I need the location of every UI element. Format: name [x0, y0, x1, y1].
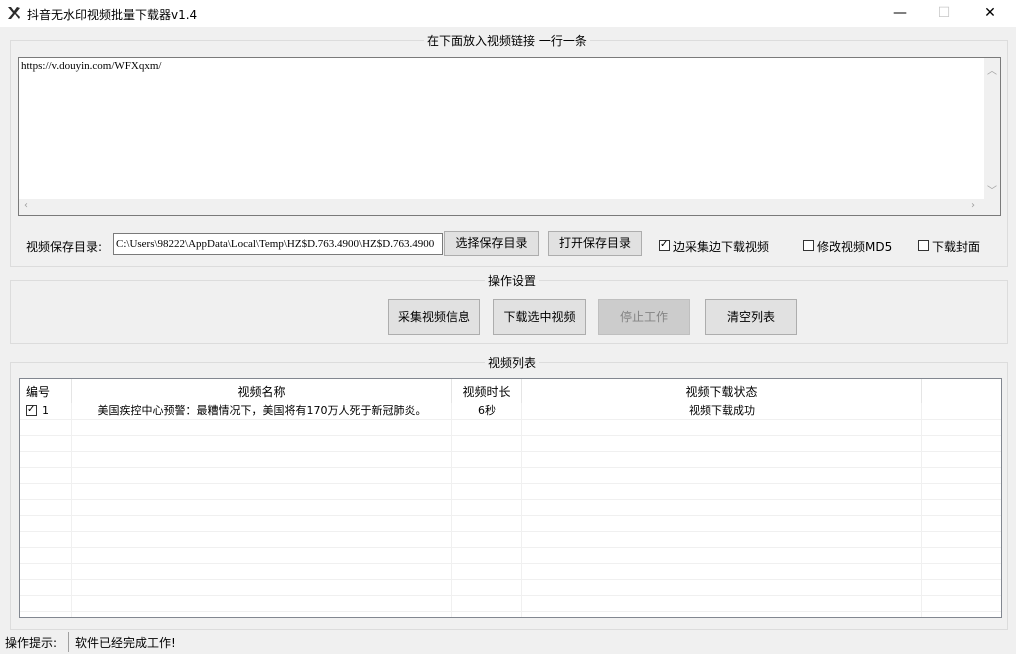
grid-line: [20, 579, 1001, 580]
links-textarea[interactable]: https://v.douyin.com/WFXqxm/ ︿ ﹀ ‹ ›: [18, 57, 1001, 216]
download-cover-checkbox[interactable]: [918, 240, 929, 251]
scroll-up-icon[interactable]: ︿: [987, 62, 997, 77]
scrollbar-corner: [984, 199, 1000, 215]
table-header: 编号 视频名称 视频时长 视频下载状态: [20, 379, 1001, 403]
row-id: 1: [42, 404, 49, 417]
column-header-name[interactable]: 视频名称: [72, 379, 452, 403]
row-status: 视频下载成功: [689, 404, 755, 417]
collect-and-download-label: 边采集边下载视频: [673, 240, 770, 254]
textarea-horizontal-scrollbar[interactable]: ‹ ›: [19, 199, 984, 215]
save-dir-label: 视频保存目录:: [26, 240, 103, 254]
grid-line: [20, 467, 1001, 468]
links-text: https://v.douyin.com/WFXqxm/: [21, 60, 162, 72]
row-checkbox[interactable]: ✓: [26, 404, 37, 416]
checkmark-icon: ✓: [27, 404, 36, 415]
modify-md5-label: 修改视频MD5: [817, 240, 893, 254]
grid-line: [20, 611, 1001, 612]
grid-line: [20, 563, 1001, 564]
row-duration: 6秒: [478, 404, 496, 417]
grid-line: [20, 451, 1001, 452]
stop-work-button[interactable]: 停止工作: [598, 299, 690, 335]
maximize-button[interactable]: ☐: [921, 0, 967, 27]
minimize-icon: —: [893, 5, 907, 21]
scroll-left-icon[interactable]: ‹: [24, 200, 28, 211]
maximize-icon: ☐: [937, 5, 951, 21]
grid-line: [20, 419, 1001, 420]
grid-line: [20, 435, 1001, 436]
video-list-group-title: 视频列表: [485, 354, 540, 371]
grid-line: [20, 499, 1001, 500]
status-bar: 操作提示: 软件已经完成工作!: [0, 630, 1016, 654]
collect-and-download-checkbox[interactable]: ✓: [659, 239, 670, 251]
video-list-table[interactable]: 编号 视频名称 视频时长 视频下载状态 ✓ 1 美国疾控中心预警：最糟情况下，美…: [19, 378, 1002, 618]
modify-md5-checkbox[interactable]: [803, 240, 814, 251]
column-header-duration[interactable]: 视频时长: [452, 379, 522, 403]
grid-line: [20, 547, 1001, 548]
status-separator: [68, 632, 69, 652]
choose-save-dir-button[interactable]: 选择保存目录: [444, 231, 539, 256]
grid-line: [20, 483, 1001, 484]
app-logo-icon: [8, 7, 20, 19]
operations-group-title: 操作设置: [485, 272, 540, 289]
column-header-filler: [922, 379, 1001, 403]
grid-line: [20, 595, 1001, 596]
scroll-right-icon[interactable]: ›: [971, 200, 975, 211]
close-icon: ✕: [984, 5, 996, 21]
open-save-dir-button[interactable]: 打开保存目录: [548, 231, 642, 256]
status-label: 操作提示:: [5, 636, 58, 650]
title-bar: 抖音无水印视频批量下载器v1.4 — ☐ ✕: [0, 0, 1016, 27]
clear-list-button[interactable]: 清空列表: [705, 299, 797, 335]
close-button[interactable]: ✕: [967, 0, 1013, 27]
window-title: 抖音无水印视频批量下载器v1.4: [27, 8, 198, 22]
table-row[interactable]: ✓ 1 美国疾控中心预警：最糟情况下，美国将有170万人死于新冠肺炎。 6秒 视…: [20, 403, 1001, 419]
row-name: 美国疾控中心预警：最糟情况下，美国将有170万人死于新冠肺炎。: [97, 404, 427, 417]
column-header-status[interactable]: 视频下载状态: [522, 379, 922, 403]
main-window: 抖音无水印视频批量下载器v1.4 — ☐ ✕ 在下面放入视频链接 一行一条 ht…: [0, 0, 1016, 654]
save-dir-input[interactable]: C:\Users\98222\AppData\Local\Temp\HZ$D.7…: [113, 233, 443, 255]
links-group-title: 在下面放入视频链接 一行一条: [424, 32, 590, 49]
grid-line: [20, 515, 1001, 516]
download-cover-label: 下载封面: [932, 240, 981, 254]
grid-line: [20, 531, 1001, 532]
checkmark-icon: ✓: [660, 239, 669, 250]
textarea-vertical-scrollbar[interactable]: ︿ ﹀: [984, 58, 1000, 200]
minimize-button[interactable]: —: [877, 0, 923, 27]
status-message: 软件已经完成工作!: [75, 636, 176, 650]
collect-info-button[interactable]: 采集视频信息: [388, 299, 480, 335]
download-selected-button[interactable]: 下载选中视频: [493, 299, 586, 335]
column-header-id[interactable]: 编号: [20, 379, 72, 403]
scroll-down-icon[interactable]: ﹀: [987, 182, 997, 197]
